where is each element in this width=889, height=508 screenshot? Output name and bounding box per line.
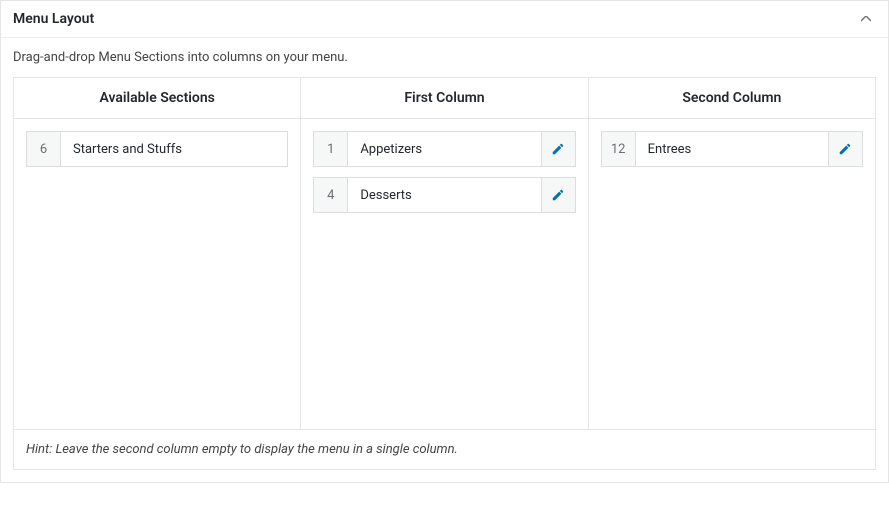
hint-text: Hint: Leave the second column empty to d… [13, 430, 876, 470]
panel-title: Menu Layout [13, 11, 94, 27]
section-number: 4 [314, 178, 348, 212]
section-number: 6 [27, 132, 61, 166]
section-label[interactable]: Starters and Stuffs [61, 132, 287, 166]
chevron-up-icon [861, 16, 871, 22]
menu-layout-panel: Menu Layout Drag-and-drop Menu Sections … [0, 0, 889, 483]
edit-section-button[interactable] [828, 132, 862, 166]
available-sections-column: Available Sections 6 Starters and Stuffs [14, 78, 301, 429]
pencil-icon [551, 142, 565, 156]
available-dropzone[interactable]: 6 Starters and Stuffs [14, 119, 300, 429]
section-label[interactable]: Entrees [636, 132, 828, 166]
section-item[interactable]: 6 Starters and Stuffs [26, 131, 288, 167]
columns-container: Available Sections 6 Starters and Stuffs… [13, 77, 876, 430]
section-item[interactable]: 12 Entrees [601, 131, 863, 167]
panel-header: Menu Layout [1, 1, 888, 38]
pencil-icon [838, 142, 852, 156]
column-header: Available Sections [14, 78, 300, 119]
section-label[interactable]: Desserts [348, 178, 540, 212]
first-column-dropzone[interactable]: 1 Appetizers 4 Desserts [301, 119, 587, 429]
first-column: First Column 1 Appetizers 4 Desserts [301, 78, 588, 429]
section-number: 12 [602, 132, 636, 166]
section-label[interactable]: Appetizers [348, 132, 540, 166]
column-header: First Column [301, 78, 587, 119]
edit-section-button[interactable] [541, 132, 575, 166]
pencil-icon [551, 188, 565, 202]
collapse-toggle[interactable] [856, 9, 876, 29]
column-header: Second Column [589, 78, 875, 119]
panel-body: Drag-and-drop Menu Sections into columns… [1, 38, 888, 482]
second-column-dropzone[interactable]: 12 Entrees [589, 119, 875, 429]
second-column: Second Column 12 Entrees [589, 78, 875, 429]
section-number: 1 [314, 132, 348, 166]
section-item[interactable]: 1 Appetizers [313, 131, 575, 167]
panel-description: Drag-and-drop Menu Sections into columns… [13, 50, 876, 65]
section-item[interactable]: 4 Desserts [313, 177, 575, 213]
edit-section-button[interactable] [541, 178, 575, 212]
